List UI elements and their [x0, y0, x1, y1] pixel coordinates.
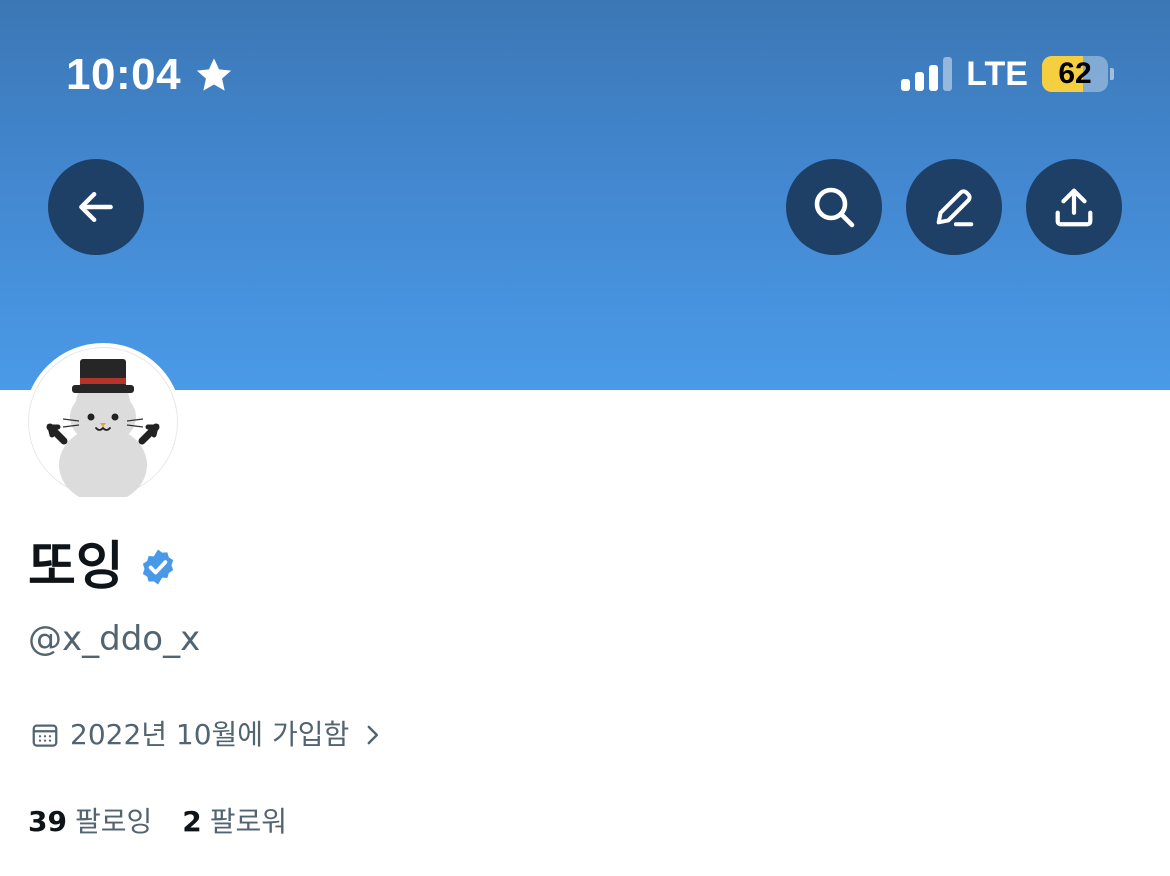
following-count: 39	[28, 805, 67, 838]
profile-name-row: 또잉	[28, 535, 178, 599]
edit-button[interactable]	[906, 159, 1002, 255]
followers-link[interactable]: 2 팔로워	[182, 800, 287, 840]
snowman-cat-avatar-icon	[46, 359, 160, 497]
avatar[interactable]	[24, 343, 182, 501]
battery-icon: 62	[1042, 56, 1108, 92]
joined-date-text: 2022년 10월에 가입함	[70, 718, 350, 751]
follow-stats: 39 팔로잉 2 팔로워	[28, 800, 287, 840]
chevron-right-icon	[367, 725, 379, 745]
following-link[interactable]: 39 팔로잉	[28, 800, 152, 840]
network-label: LTE	[966, 55, 1028, 93]
followers-label: 팔로워	[209, 805, 288, 838]
followers-count: 2	[182, 805, 202, 838]
search-icon	[814, 187, 855, 228]
display-name: 또잉	[28, 537, 124, 597]
calendar-icon	[32, 724, 58, 747]
signal-icon	[901, 57, 953, 91]
profile-handle: @x_ddo_x	[28, 619, 201, 659]
search-button[interactable]	[786, 159, 882, 255]
edit-icon	[936, 189, 974, 227]
joined-date-row[interactable]: 2022년 10월에 가입함	[30, 716, 385, 754]
battery-tip	[1110, 68, 1114, 80]
status-time-text: 10:04	[66, 50, 182, 99]
verified-badge-icon[interactable]	[138, 547, 178, 587]
share-icon	[1055, 188, 1093, 227]
arrow-left-icon	[79, 191, 113, 223]
status-time: 10:04	[66, 50, 235, 100]
share-button[interactable]	[1026, 159, 1122, 255]
status-indicators: LTE 62	[901, 54, 1114, 94]
following-label: 팔로잉	[74, 805, 153, 838]
star-icon	[196, 58, 232, 91]
battery-level: 62	[1058, 57, 1092, 90]
back-button[interactable]	[48, 159, 144, 255]
